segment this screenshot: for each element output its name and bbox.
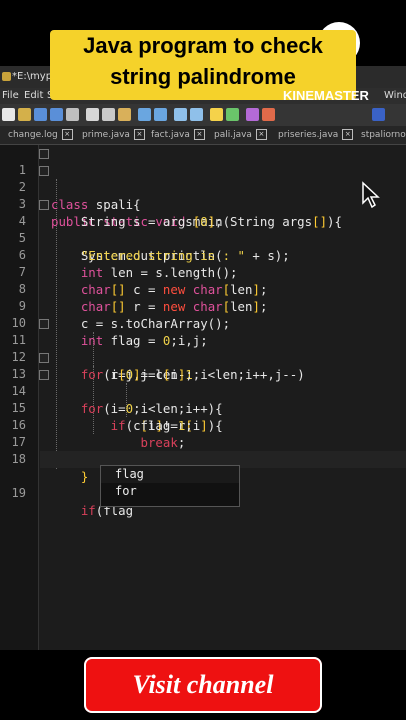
headline-line-1: Java program to check (83, 33, 323, 58)
code-line: 18 } (11, 452, 89, 484)
tab-priseries-java[interactable]: priseries.java × (272, 128, 354, 143)
close-icon[interactable]: × (193, 129, 205, 140)
print-icon[interactable] (66, 108, 79, 121)
fold-marker-icon[interactable] (39, 370, 49, 380)
undo-icon[interactable] (138, 108, 151, 121)
tool-icon[interactable] (246, 108, 259, 121)
code-line: 14 if(c[i]!=r[i]){ (0, 366, 406, 433)
file-tabs: change.log × prime.java × fact.java × pali.… (0, 126, 406, 145)
fold-marker-icon[interactable] (39, 166, 49, 176)
editor-window: *E:\myprog\spal File Edit Search Windo c… (0, 66, 406, 650)
new-file-icon[interactable] (2, 108, 15, 121)
menu-window[interactable]: Windo (384, 88, 406, 104)
tab-change-log[interactable]: change.log × (2, 128, 73, 143)
code-line: 17 } (11, 435, 119, 467)
close-icon[interactable]: × (61, 129, 73, 140)
code-line: 7 char[] c = new char[len]; (18, 265, 268, 297)
tab-stpaliornot-java[interactable]: stpaliornot.java (355, 128, 406, 143)
watermark: KINEMASTER (283, 88, 369, 103)
close-icon[interactable]: × (255, 129, 267, 140)
cut-icon[interactable] (86, 108, 99, 121)
copy-icon[interactable] (102, 108, 115, 121)
visit-channel-button[interactable]: Visit channel (84, 657, 322, 713)
stop-icon[interactable] (262, 108, 275, 121)
fold-marker-icon[interactable] (39, 353, 49, 363)
toolbar (0, 104, 406, 127)
code-line: 9 c = s.toCharArray(); (18, 299, 231, 331)
compile-icon[interactable] (210, 108, 223, 121)
code-line: 8 char[] r = new char[len]; (18, 282, 268, 314)
code-line: 16 break; (11, 418, 186, 450)
code-line: 11 for(i=0,j=len-1;i<len;i++,j--) (0, 315, 406, 382)
code-line: 15 flag=1; (11, 401, 193, 433)
redo-icon[interactable] (154, 108, 167, 121)
save-all-icon[interactable] (50, 108, 63, 121)
app-icon (2, 72, 11, 81)
fold-marker-icon[interactable] (39, 149, 49, 159)
close-icon[interactable]: × (133, 129, 145, 140)
open-folder-icon[interactable] (18, 108, 31, 121)
code-line: 13 for(i=0;i<len;i++){ (0, 349, 406, 416)
fold-marker-icon[interactable] (39, 319, 49, 329)
find-icon[interactable] (174, 108, 187, 121)
mouse-pointer-icon (362, 181, 380, 209)
code-line: 10 int flag = 0;i,j; (11, 316, 208, 348)
fold-marker-icon[interactable] (39, 200, 49, 210)
code-line: 1 class spali{ (0, 145, 406, 212)
autocomplete-option-flag[interactable]: flag (101, 466, 239, 483)
code-editor[interactable]: 1 class spali{ 2 public static void main… (0, 145, 406, 650)
window-icon[interactable] (372, 108, 385, 121)
replace-icon[interactable] (190, 108, 203, 121)
code-line: 12 r[j]==c[i]; (11, 350, 193, 382)
save-icon[interactable] (34, 108, 47, 121)
code-line: 2 public static void main(String args[])… (0, 162, 406, 229)
autocomplete-option-for[interactable]: for (101, 483, 239, 500)
visit-channel-label: Visit channel (132, 670, 274, 699)
tab-prime-java[interactable]: prime.java × (76, 128, 145, 143)
autocomplete-popup: flag for (100, 465, 240, 507)
code-line: 5 "Entered string is : " + s); (18, 231, 290, 263)
menu-edit[interactable]: Edit (24, 88, 43, 104)
close-icon[interactable]: × (342, 129, 354, 140)
run-icon[interactable] (226, 108, 239, 121)
code-line: 3 String s = args[0]; (18, 197, 223, 229)
paste-icon[interactable] (118, 108, 131, 121)
tab-fact-java[interactable]: fact.java × (145, 128, 205, 143)
code-line: 4 System.out.println( (0, 196, 406, 263)
tab-pali-java[interactable]: pali.java × (208, 128, 267, 143)
menu-file[interactable]: File (2, 88, 19, 104)
code-line: 6 int len = s.length(); (18, 248, 238, 280)
